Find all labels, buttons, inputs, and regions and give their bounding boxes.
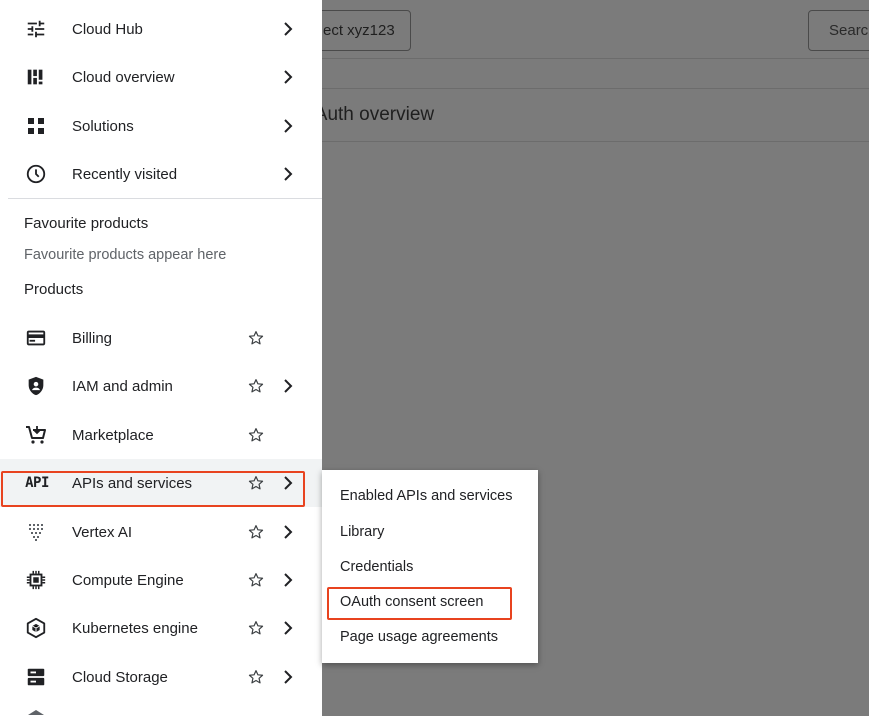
chevron-right-icon: [280, 572, 296, 588]
products-title: Products: [24, 281, 84, 298]
nav-item-billing[interactable]: Billing: [0, 314, 322, 362]
nav-item-recently-visited[interactable]: Recently visited: [0, 150, 322, 198]
chevron-right-icon: [280, 378, 296, 394]
search-button[interactable]: Searc: [808, 10, 869, 51]
star-icon[interactable]: [246, 328, 266, 348]
clock-icon: [24, 162, 48, 186]
nav-item-label: Cloud Storage: [72, 668, 168, 686]
nav-item-iam-and-admin[interactable]: IAM and admin: [0, 362, 322, 410]
nav-item-apis-and-services[interactable]: API APIs and services: [0, 459, 322, 507]
nav-item-label: APIs and services: [72, 474, 193, 492]
chevron-right-icon: [280, 69, 296, 85]
nav-item-cloud-hub[interactable]: Cloud Hub: [0, 5, 322, 53]
kubernetes-icon: [24, 616, 48, 640]
chevron-right-icon: [280, 21, 296, 37]
nav-item-label: Recently visited: [72, 165, 178, 183]
nav-item-marketplace[interactable]: Marketplace: [0, 411, 322, 459]
star-icon[interactable]: [246, 522, 266, 542]
dashboard-icon: [24, 65, 48, 89]
nav-item-compute-engine[interactable]: Compute Engine: [0, 556, 322, 604]
submenu-page-usage-agreements[interactable]: Page usage agreements: [322, 619, 538, 654]
submenu-enabled-apis[interactable]: Enabled APIs and services: [322, 478, 538, 513]
favourites-title: Favourite products: [24, 215, 149, 232]
nav-item-label: Solutions: [72, 117, 134, 135]
cart-icon: [24, 423, 48, 447]
chip-icon: [24, 568, 48, 592]
vertex-ai-icon: [24, 520, 48, 544]
partial-item-icon: [27, 709, 45, 716]
nav-item-label: IAM and admin: [72, 377, 173, 395]
nav-item-kubernetes-engine[interactable]: Kubernetes engine: [0, 604, 322, 652]
chevron-right-icon: [280, 118, 296, 134]
nav-item-label: Billing: [72, 329, 113, 347]
shield-person-icon: [24, 374, 48, 398]
chevron-right-icon: [280, 166, 296, 182]
apis-submenu: Enabled APIs and services Library Creden…: [322, 470, 538, 663]
nav-item-label: Kubernetes engine: [72, 619, 198, 637]
submenu-oauth-consent-screen[interactable]: OAuth consent screen: [322, 584, 538, 619]
nav-item-label: Cloud Hub: [72, 20, 143, 38]
divider: [8, 198, 322, 199]
nav-item-cloud-storage[interactable]: Cloud Storage: [0, 653, 322, 701]
chevron-right-icon: [280, 669, 296, 685]
star-icon[interactable]: [246, 618, 266, 638]
nav-item-label: Vertex AI: [72, 523, 133, 541]
storage-icon: [24, 665, 48, 689]
nav-item-label: Marketplace: [72, 426, 154, 444]
billing-icon: [24, 326, 48, 350]
nav-item-vertex-ai[interactable]: Vertex AI: [0, 508, 322, 556]
api-icon-text: API: [25, 475, 49, 491]
tune-icon: [24, 17, 48, 41]
grid-icon: [24, 114, 48, 138]
star-icon[interactable]: [246, 570, 266, 590]
nav-item-solutions[interactable]: Solutions: [0, 102, 322, 150]
navigation-drawer: Cloud Hub Cloud overview Solutions Recen…: [0, 0, 322, 716]
chevron-right-icon: [280, 475, 296, 491]
star-icon[interactable]: [246, 473, 266, 493]
submenu-library[interactable]: Library: [322, 514, 538, 549]
star-icon[interactable]: [246, 425, 266, 445]
favourites-hint: Favourite products appear here: [24, 247, 227, 263]
nav-item-cloud-overview[interactable]: Cloud overview: [0, 53, 322, 101]
nav-item-label: Compute Engine: [72, 571, 184, 589]
nav-item-label: Cloud overview: [72, 68, 175, 86]
star-icon[interactable]: [246, 667, 266, 687]
api-icon: API: [24, 471, 50, 495]
star-icon[interactable]: [246, 376, 266, 396]
submenu-credentials[interactable]: Credentials: [322, 549, 538, 584]
chevron-right-icon: [280, 524, 296, 540]
chevron-right-icon: [280, 620, 296, 636]
